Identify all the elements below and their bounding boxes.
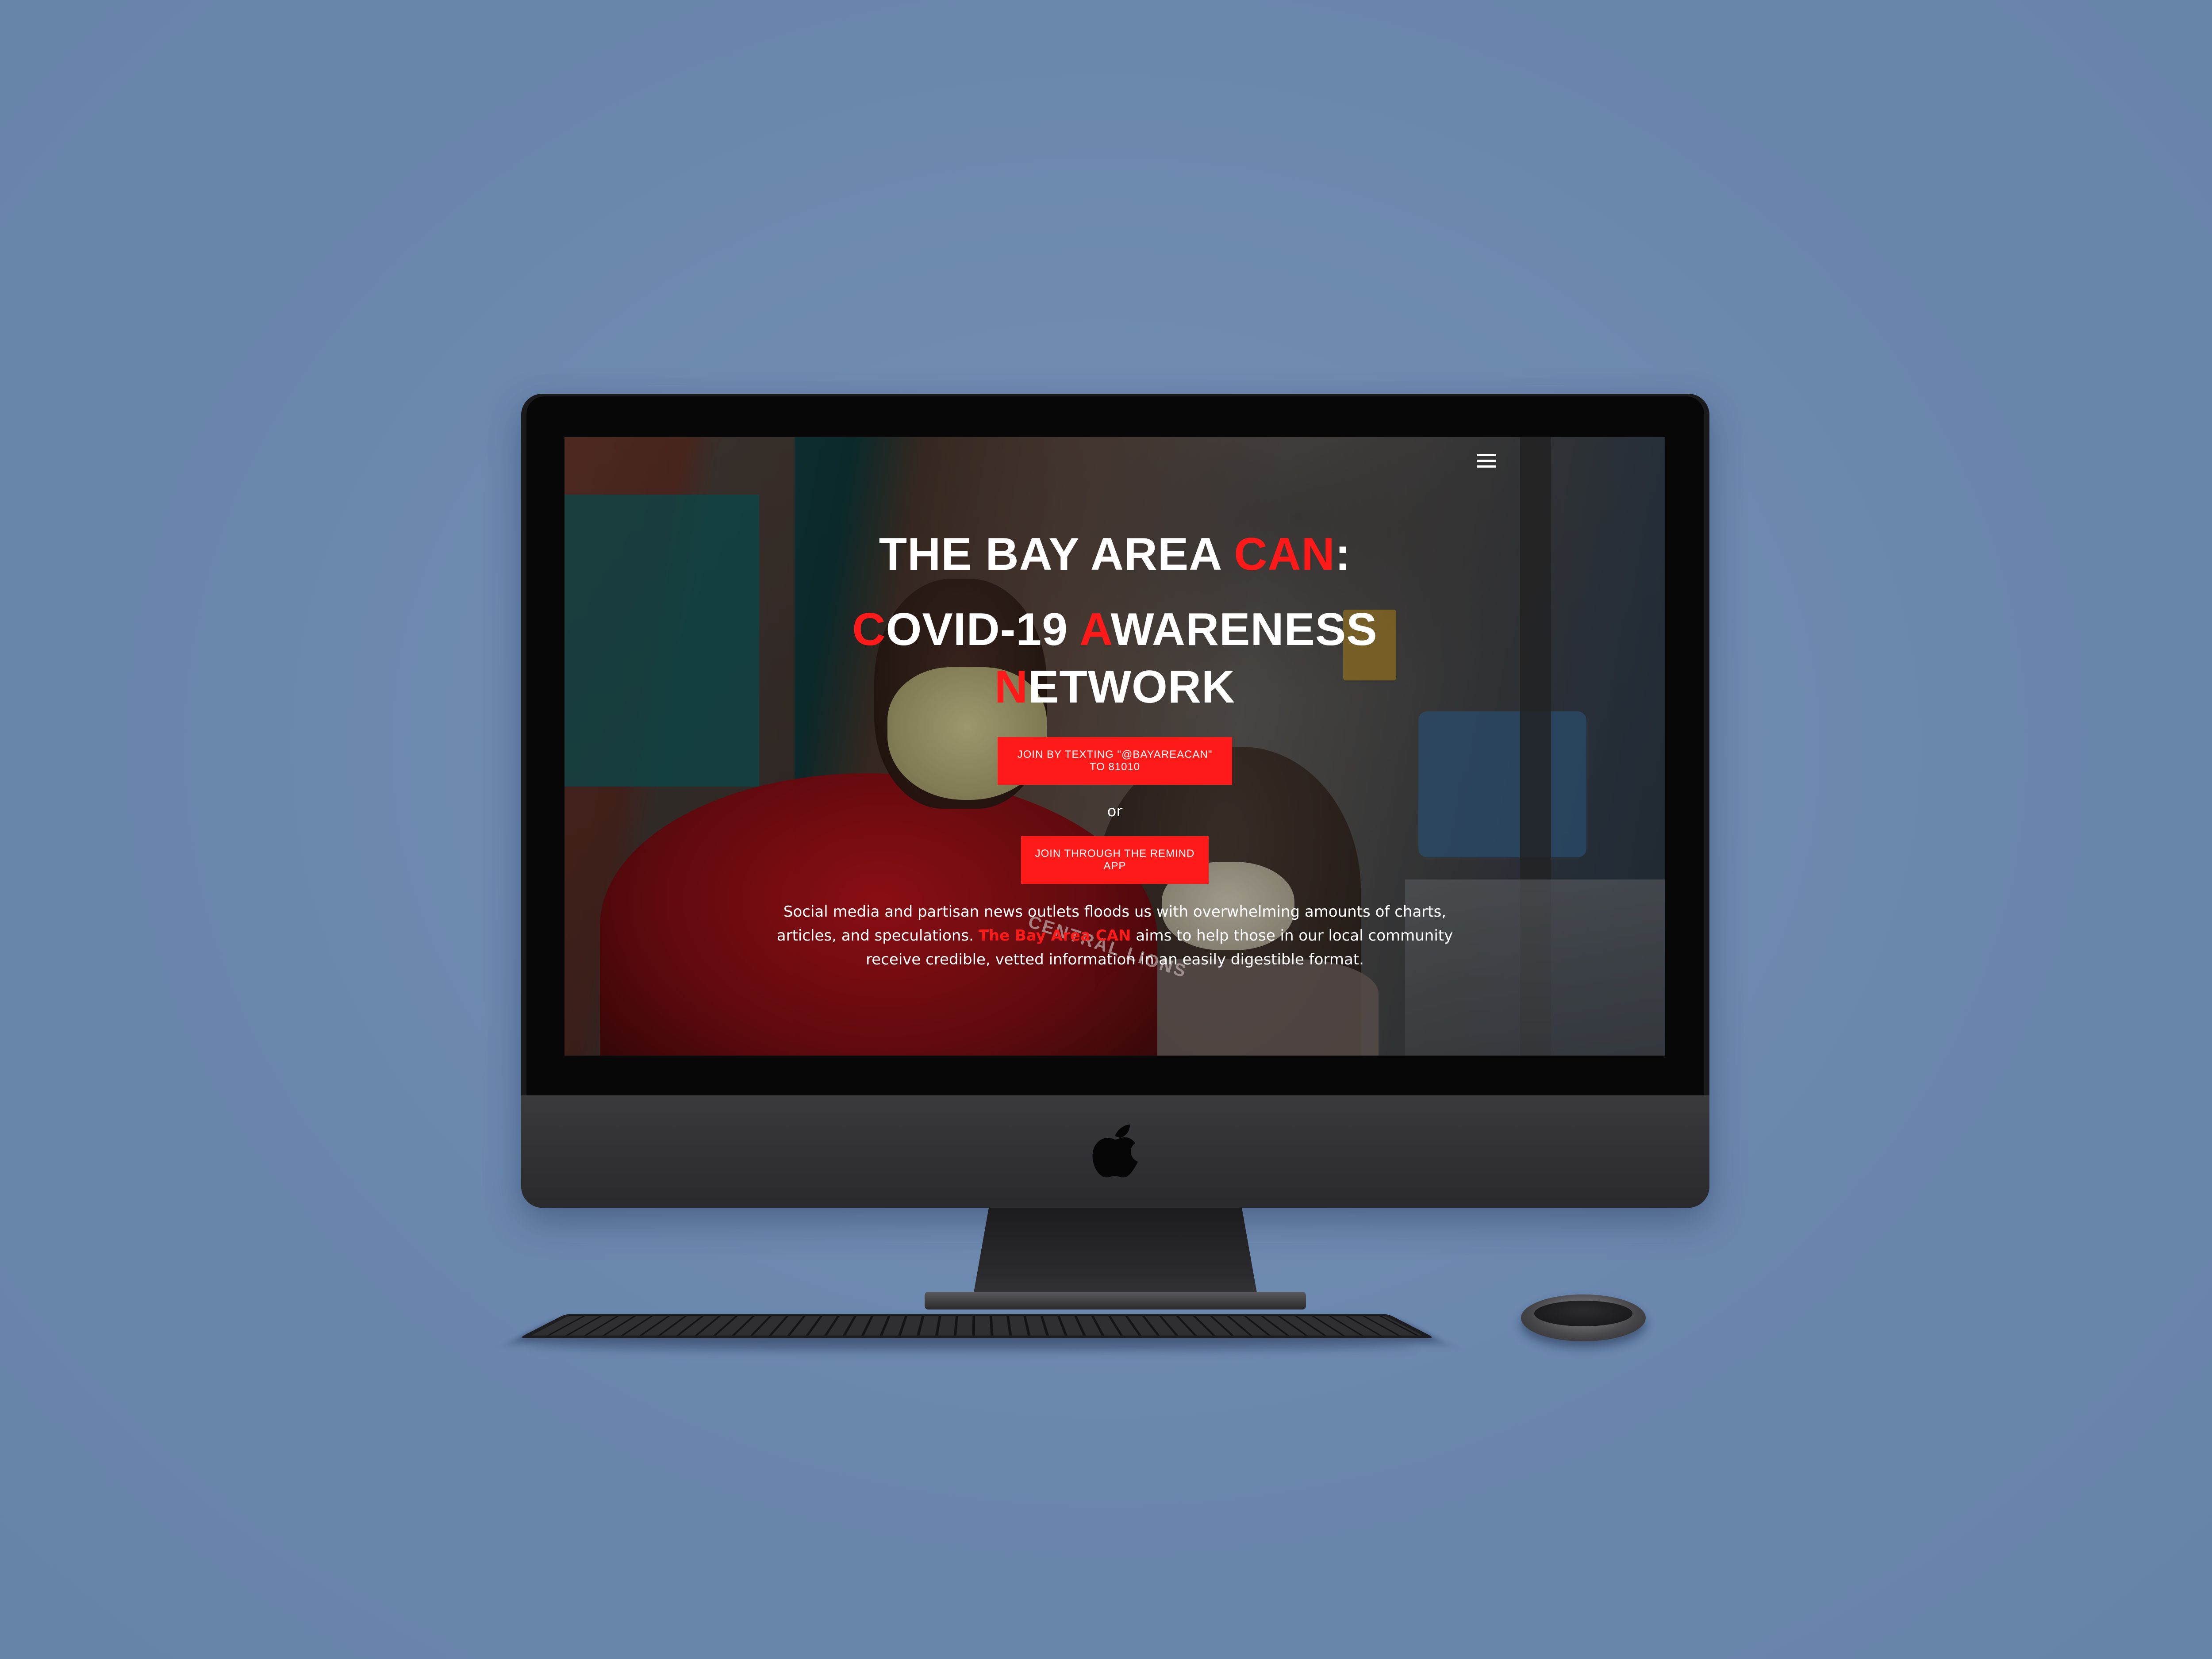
title-prefix: THE BAY AREA <box>879 529 1234 580</box>
keyboard <box>518 1314 1435 1338</box>
mouse <box>1521 1294 1646 1341</box>
title-word-network: ETWORK <box>1028 661 1236 713</box>
hero-section: THE BAY AREA CAN: COVID-19 AWARENESS NET… <box>565 526 1665 972</box>
hamburger-menu-icon[interactable] <box>1477 454 1496 469</box>
imac-stand-base <box>925 1292 1306 1310</box>
title-letter-n: N <box>994 661 1028 713</box>
hero-title-line1: THE BAY AREA CAN: <box>565 526 1665 583</box>
title-letter-a: A <box>1079 604 1111 655</box>
join-remind-app-button[interactable]: JOIN THROUGH THE REMIND APP <box>1021 836 1209 884</box>
apple-logo-icon <box>1092 1125 1138 1178</box>
title-letter-c: C <box>852 604 886 655</box>
join-by-texting-button[interactable]: JOIN BY TEXTING "@BAYAREACAN" TO 81010 <box>998 737 1232 785</box>
brand-link[interactable]: The Bay Area CAN <box>979 927 1131 945</box>
keyboard-shadow <box>531 1340 1416 1351</box>
keyboard-keys <box>531 1316 1423 1336</box>
or-separator: or <box>1107 803 1123 820</box>
title-highlight-can: CAN <box>1234 529 1335 580</box>
title-word-awareness: WARENESS <box>1110 604 1378 655</box>
hero-description: Social media and partisan news outlets f… <box>761 900 1469 972</box>
website-screen: CENTRAL LIONS THE BAY AREA CAN: COVID-19… <box>565 437 1665 1056</box>
title-colon: : <box>1335 529 1351 580</box>
imac-stand <box>972 1208 1259 1305</box>
hero-title-line2: COVID-19 AWARENESS NETWORK <box>832 601 1398 716</box>
mouse-top <box>1534 1301 1632 1326</box>
title-word-covid: OVID-19 <box>886 604 1080 655</box>
